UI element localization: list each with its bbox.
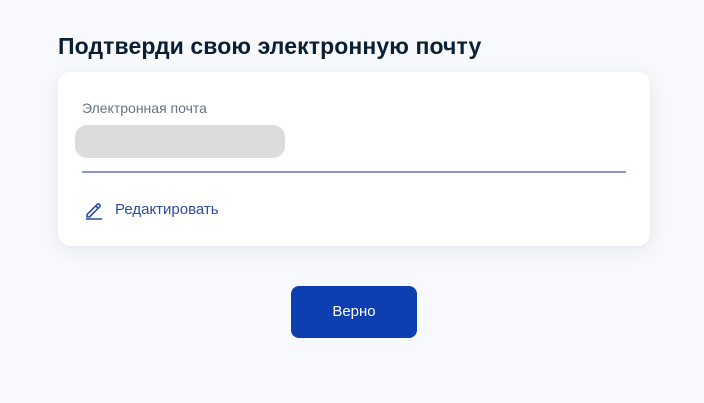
- confirm-button[interactable]: Верно: [291, 286, 417, 338]
- edit-link-label: Редактировать: [115, 201, 219, 218]
- email-field-underline: [82, 171, 626, 173]
- page-title: Подтверди свою электронную почту: [58, 33, 482, 60]
- edit-email-link[interactable]: Редактировать: [84, 200, 219, 220]
- email-card: Электронная почта Редактировать: [58, 72, 650, 246]
- pencil-icon: [84, 200, 104, 220]
- email-value-redacted: [75, 125, 285, 158]
- email-field-label: Электронная почта: [82, 100, 207, 116]
